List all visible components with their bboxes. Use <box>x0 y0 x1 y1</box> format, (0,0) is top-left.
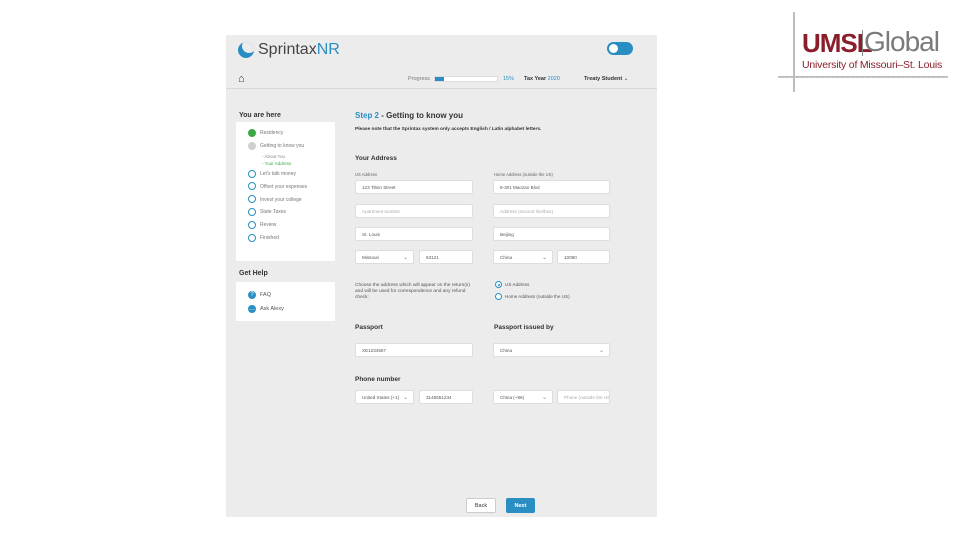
stopwatch-icon <box>248 195 256 204</box>
sprintax-logo-icon <box>238 42 254 58</box>
home-zip-field[interactable]: 10080 <box>557 250 610 264</box>
umsl-global-logo: UMSL Global University of Missouri–St. L… <box>778 12 950 92</box>
passport-number-field[interactable]: XE1234567 <box>355 343 473 357</box>
help-panel: ? FAQ … Ask Alexy <box>236 282 335 321</box>
stopwatch-icon <box>248 220 256 229</box>
stopwatch-icon <box>248 233 256 242</box>
phone-heading: Phone number <box>355 376 401 383</box>
sidebar-item-finished[interactable]: Finished <box>248 232 335 245</box>
sidebar-item-state-taxes[interactable]: State Taxes <box>248 206 335 219</box>
radio-us-address[interactable]: US Address <box>495 281 529 288</box>
us-city-field[interactable]: St. Louis <box>355 227 473 241</box>
stopwatch-icon <box>248 207 256 216</box>
sprintax-app-window: SprintaxNR ⌂ Progress 15% Tax Year 2020 … <box>226 35 657 517</box>
chevron-down-icon: ⌄ <box>598 348 604 354</box>
home-country-select[interactable]: China ⌄ <box>493 250 553 264</box>
sidebar-item-lets-talk-money[interactable]: Let's talk money <box>248 168 335 181</box>
question-icon: ? <box>248 291 256 299</box>
home-phone-country-select[interactable]: China (+86) ⌄ <box>493 390 553 404</box>
help-heading: Get Help <box>239 270 268 277</box>
home-icon[interactable]: ⌂ <box>238 73 245 85</box>
sidebar-item-residency[interactable]: Residency <box>248 127 335 140</box>
current-step-icon <box>248 141 256 150</box>
theme-toggle[interactable] <box>607 42 633 55</box>
app-header: SprintaxNR <box>226 35 657 65</box>
us-apartment-field[interactable]: Apartment number <box>355 204 473 218</box>
radio-unselected-icon <box>495 293 502 300</box>
us-zip-field[interactable]: 63121 <box>419 250 473 264</box>
next-button[interactable]: Next <box>506 498 535 513</box>
home-address2-field[interactable]: Address (second line/box) <box>493 204 610 218</box>
user-menu[interactable]: Treaty Student ⌄ <box>584 76 628 82</box>
tax-year: Tax Year 2020 <box>524 76 560 82</box>
passport-issued-heading: Passport issued by <box>494 324 554 331</box>
radio-home-address[interactable]: Home Address (outside the US) <box>495 293 570 300</box>
passport-heading: Passport <box>355 324 383 331</box>
sprintax-logo[interactable]: SprintaxNR <box>238 41 340 59</box>
alphabet-note: Please note that the Sprintax system onl… <box>355 127 542 132</box>
help-item-faq[interactable]: ? FAQ <box>248 288 335 302</box>
stopwatch-icon <box>248 182 256 191</box>
us-street-field[interactable]: 123 Tilton Street <box>355 180 473 194</box>
sprintax-logo-text: SprintaxNR <box>258 41 340 58</box>
umsl-global-wordmark: Global <box>864 26 940 57</box>
help-item-ask-alexy[interactable]: … Ask Alexy <box>248 302 335 316</box>
logo-separator <box>862 30 863 56</box>
chevron-down-icon: ⌄ <box>402 255 408 261</box>
progress-percent: 15% <box>503 76 515 82</box>
sidebar-item-offset-expenses[interactable]: Offset your expenses <box>248 180 335 193</box>
progress-header: ⌂ Progress 15% Tax Year 2020 Treaty Stud… <box>226 71 657 89</box>
sidebar-item-getting-to-know-you[interactable]: Getting to know you <box>248 140 335 153</box>
address-choice-instructions: Choose the address which will appear on … <box>355 283 470 300</box>
progress-bar <box>434 76 498 82</box>
page-title: Step 2 - Getting to know you <box>355 111 464 120</box>
logo-divider-vertical <box>793 12 795 92</box>
home-address-label: Home Address (outside the US) <box>494 172 553 177</box>
check-icon <box>248 129 256 137</box>
home-street-field[interactable]: 8-301 Maozao Blvd <box>493 180 610 194</box>
sidebar-item-review[interactable]: Review <box>248 219 335 232</box>
sidebar-item-invest-college[interactable]: Invest your college <box>248 193 335 206</box>
progress-bar-fill <box>435 77 445 81</box>
address-heading: Your Address <box>355 155 397 162</box>
progress-label: Progress <box>408 76 431 82</box>
sidebar-substep-about-you[interactable]: - About You <box>248 153 335 161</box>
home-phone-field[interactable]: Phone (outside the US) <box>557 390 610 404</box>
chevron-down-icon: ⌄ <box>402 395 408 401</box>
chat-icon: … <box>248 305 256 313</box>
home-city-field[interactable]: Beijing <box>493 227 610 241</box>
back-button[interactable]: Back <box>466 498 496 513</box>
radio-selected-icon <box>495 281 502 288</box>
us-state-select[interactable]: Missouri ⌄ <box>355 250 414 264</box>
chevron-down-icon: ⌄ <box>541 255 547 261</box>
logo-divider-horizontal <box>778 76 948 78</box>
sidebar-substep-your-address[interactable]: - Your Address <box>248 160 335 168</box>
us-address-label: US Address <box>355 172 378 177</box>
us-phone-field[interactable]: 3145551234 <box>419 390 473 404</box>
umsl-university-name: University of Missouri–St. Louis <box>802 59 943 71</box>
slide: UMSL Global University of Missouri–St. L… <box>0 0 960 540</box>
main-form: Step 2 - Getting to know you Please note… <box>355 111 655 132</box>
us-phone-country-select[interactable]: United States (+1) ⌄ <box>355 390 414 404</box>
sidebar-heading: You are here <box>239 112 281 119</box>
sidebar-steps: Residency Getting to know you - About Yo… <box>236 122 335 261</box>
chevron-down-icon: ⌄ <box>541 395 547 401</box>
passport-country-select[interactable]: China ⌄ <box>493 343 610 357</box>
stopwatch-icon <box>248 169 256 178</box>
